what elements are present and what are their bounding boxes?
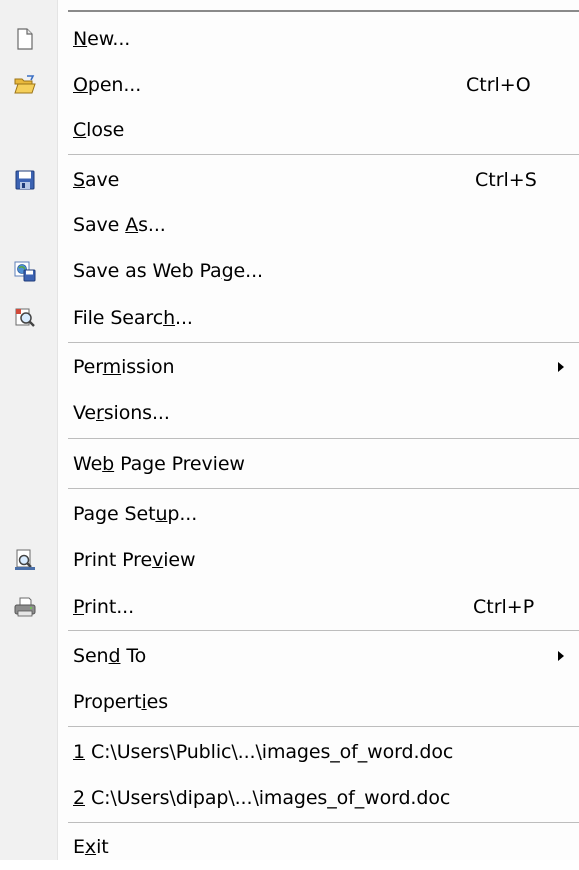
menu-item-label: Save as Web Page...: [73, 260, 263, 282]
submenu-arrow-icon: [558, 362, 564, 372]
menu-item-exit[interactable]: Exit: [0, 824, 579, 870]
new-document-icon: [13, 27, 37, 51]
save-web-page-icon: [13, 259, 37, 283]
menu-item-file-search[interactable]: File Search...: [0, 295, 579, 341]
open-folder-icon: [13, 73, 37, 97]
menu-item-label: Properties: [73, 691, 169, 713]
save-disk-icon: [13, 168, 37, 192]
menu-item-print-preview[interactable]: Print Preview: [0, 537, 579, 583]
menu-separator: [68, 822, 579, 823]
menu-item-label: Close: [73, 119, 125, 141]
menu-item-properties[interactable]: Properties: [0, 679, 579, 725]
file-menu: New... Open... Ctrl+O Close Save Ctrl+S …: [0, 0, 579, 860]
menu-separator: [68, 438, 579, 439]
menu-item-label: Send To: [73, 645, 147, 667]
menu-item-open[interactable]: Open... Ctrl+O: [0, 62, 579, 108]
menu-item-save-as-web-page[interactable]: Save as Web Page...: [0, 248, 579, 294]
menu-item-save[interactable]: Save Ctrl+S: [0, 157, 579, 203]
menu-item-page-setup[interactable]: Page Setup...: [0, 491, 579, 537]
menu-item-permission[interactable]: Permission: [0, 344, 579, 390]
print-preview-icon: [13, 548, 37, 572]
menu-item-versions[interactable]: Versions...: [0, 390, 579, 436]
menu-item-label: Page Setup...: [73, 503, 198, 525]
shortcut-text: Ctrl+O: [466, 74, 531, 96]
menu-item-web-page-preview[interactable]: Web Page Preview: [0, 441, 579, 487]
menu-item-label: Versions...: [73, 402, 170, 424]
menu-item-new[interactable]: New...: [0, 16, 579, 62]
menu-separator: [68, 726, 579, 727]
menu-item-recent-file-1[interactable]: 1 C:\Users\Public\...\images_of_word.doc: [0, 729, 579, 775]
menu-item-label: 2 C:\Users\dipap\...\images_of_word.doc: [73, 787, 451, 809]
menu-separator: [68, 342, 579, 343]
menu-item-recent-file-2[interactable]: 2 C:\Users\dipap\...\images_of_word.doc: [0, 775, 579, 821]
menu-item-print[interactable]: Print... Ctrl+P: [0, 584, 579, 630]
menu-separator: [68, 630, 579, 631]
menu-item-label: Save: [73, 169, 120, 191]
menu-item-label: Web Page Preview: [73, 453, 245, 475]
file-search-icon: [13, 306, 37, 330]
menu-item-label: Print...: [73, 596, 135, 618]
menu-item-label: 1 C:\Users\Public\...\images_of_word.doc: [73, 741, 454, 763]
menu-separator: [68, 154, 579, 155]
menu-item-label: Permission: [73, 356, 175, 378]
menu-item-label: File Search...: [73, 307, 193, 329]
menu-item-close[interactable]: Close: [0, 107, 579, 153]
menu-item-label: Open...: [73, 74, 142, 96]
menu-separator: [68, 488, 579, 489]
menu-top-border: [68, 10, 579, 12]
menu-item-label: Save As...: [73, 214, 166, 236]
submenu-arrow-icon: [558, 651, 564, 661]
menu-item-label: Exit: [73, 836, 109, 858]
shortcut-text: Ctrl+S: [475, 169, 537, 191]
menu-item-send-to[interactable]: Send To: [0, 633, 579, 679]
shortcut-text: Ctrl+P: [473, 596, 535, 618]
menu-item-label: Print Preview: [73, 549, 196, 571]
menu-item-label: New...: [73, 28, 131, 50]
menu-item-save-as[interactable]: Save As...: [0, 202, 579, 248]
printer-icon: [13, 595, 37, 619]
